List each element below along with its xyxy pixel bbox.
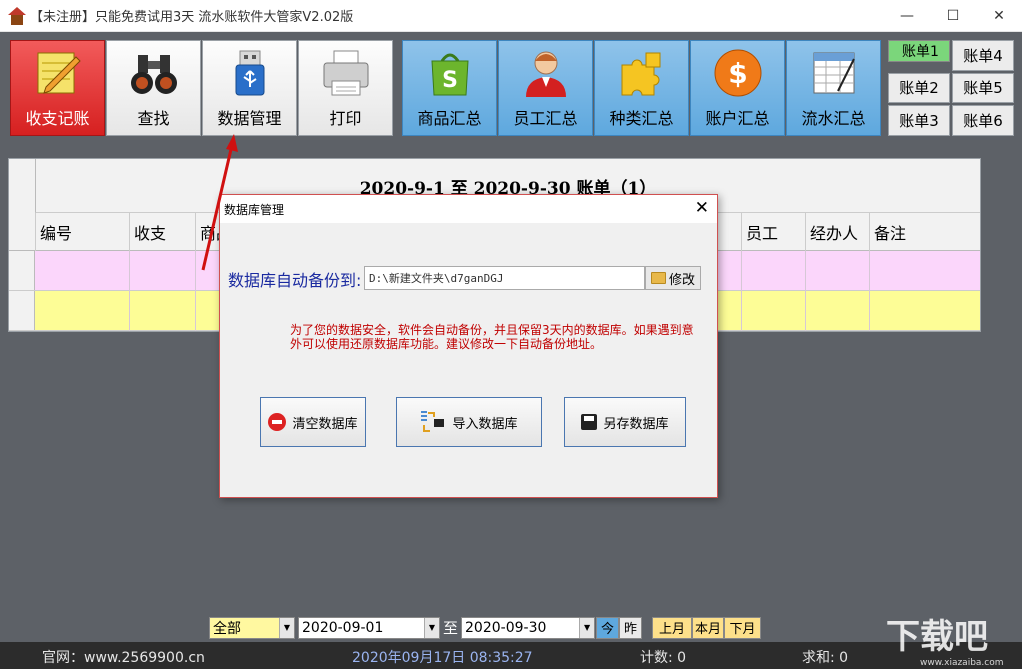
sum-text: 求和: 0 — [802, 650, 849, 666]
dollar-coin-icon: $ — [714, 49, 761, 97]
svg-text:$: $ — [728, 57, 747, 90]
count-text: 计数: 0 — [640, 650, 687, 666]
column-header-type[interactable]: 收支 — [129, 213, 195, 251]
usb-drive-icon — [235, 50, 264, 96]
column-header-id[interactable]: 编号 — [35, 213, 129, 251]
backup-path-label: 数据库自动备份到: — [228, 271, 362, 290]
account-button-3[interactable]: 账单3 — [888, 105, 950, 136]
toolbar-label: 账户汇总 — [705, 109, 770, 128]
dialog-title: 数据库管理 — [224, 202, 285, 217]
column-header-staff[interactable]: 员工 — [741, 213, 805, 251]
clear-database-label: 清空数据库 — [292, 416, 358, 432]
svg-text:S: S — [442, 68, 458, 93]
backup-path-field[interactable]: D:\新建文件夹\d7ganDGJ — [364, 266, 645, 290]
row-header[interactable] — [9, 251, 35, 290]
next-month-button[interactable]: 下月 — [724, 616, 762, 639]
modify-label: 修改 — [668, 272, 695, 288]
this-month-button[interactable]: 本月 — [692, 616, 725, 639]
scope-select[interactable]: 全部 ▼ — [209, 616, 295, 639]
toolbar-label: 流水汇总 — [801, 109, 866, 128]
notepad-pencil-icon — [37, 52, 81, 94]
save-as-database-button[interactable]: 另存数据库 — [564, 397, 686, 447]
watermark-url: www.xiazaiba.com — [920, 658, 1004, 668]
chevron-down-icon[interactable]: ▼ — [579, 617, 595, 638]
scope-value: 全部 — [213, 620, 241, 637]
database-management-dialog: 数据库管理 ✕ 数据库自动备份到: D:\新建文件夹\d7ganDGJ 修改 为… — [219, 194, 718, 498]
shopping-bag-icon: S — [430, 53, 469, 96]
toolbar-button-data-management[interactable]: 数据管理 — [202, 40, 297, 136]
backup-note: 为了您的数据安全，软件会自动备份，并且保留3天内的数据库。如果遇到意外可以使用还… — [290, 323, 694, 351]
toolbar-button-income-expense[interactable]: 收支记账 — [10, 40, 105, 136]
toolbar-label: 商品汇总 — [417, 109, 482, 128]
status-bar: 官网：www.2569900.cn 2020年09月17日 08:35:27 计… — [0, 642, 1022, 669]
toolbar-label: 打印 — [329, 109, 362, 128]
printer-icon — [323, 50, 368, 96]
toolbar-label: 查找 — [137, 109, 170, 128]
start-date-value: 2020-09-01 — [302, 619, 384, 636]
import-icon — [421, 411, 445, 432]
account-button-6[interactable]: 账单6 — [952, 105, 1014, 136]
house-icon — [8, 6, 26, 25]
column-header-remark[interactable]: 备注 — [869, 213, 982, 251]
toolbar-button-ledger-summary[interactable]: 流水汇总 — [786, 40, 881, 136]
title-bar: 【未注册】只能免费试用3天 流水账软件大管家V2.02版 — ☐ ✕ — [0, 0, 1022, 32]
column-divider — [869, 251, 870, 331]
spreadsheet-icon — [813, 52, 855, 94]
last-month-button[interactable]: 上月 — [652, 616, 693, 639]
column-divider — [805, 251, 806, 331]
chevron-down-icon[interactable]: ▼ — [424, 617, 439, 638]
datetime-text: 2020年09月17日 08:35:27 — [352, 650, 533, 666]
account-button-4[interactable]: 账单4 — [952, 40, 1014, 71]
import-database-label: 导入数据库 — [452, 416, 518, 432]
maximize-button[interactable]: ☐ — [930, 0, 976, 32]
yesterday-button[interactable]: 昨 — [619, 616, 643, 639]
folder-icon — [650, 272, 666, 284]
start-date-picker[interactable]: 2020-09-01 ▼ — [298, 616, 440, 639]
stop-icon — [268, 413, 287, 431]
row-header[interactable] — [9, 291, 35, 330]
puzzle-icon — [621, 52, 660, 96]
toolbar-button-staff-summary[interactable]: 员工汇总 — [498, 40, 593, 136]
column-divider — [129, 251, 130, 331]
person-icon — [525, 51, 566, 97]
today-button[interactable]: 今 — [596, 616, 620, 639]
save-icon — [581, 414, 598, 430]
toolbar-button-print[interactable]: 打印 — [298, 40, 393, 136]
dialog-title-bar: 数据库管理 ✕ — [220, 195, 717, 223]
column-divider — [195, 251, 196, 331]
date-range-separator: 至 — [443, 619, 459, 637]
toolbar-button-category-summary[interactable]: 种类汇总 — [594, 40, 689, 136]
main-toolbar: 收支记账 查找 数据管理 打印 S 商品汇总 员工汇总 种类汇总 $ 账户汇总 … — [0, 32, 1022, 144]
minimize-button[interactable]: — — [884, 0, 930, 32]
toolbar-label: 种类汇总 — [609, 109, 674, 128]
end-date-picker[interactable]: 2020-09-30 ▼ — [461, 616, 596, 639]
import-database-button[interactable]: 导入数据库 — [396, 397, 542, 447]
website-text: 官网：www.2569900.cn — [42, 650, 205, 666]
account-button-1[interactable]: 账单1 — [888, 40, 950, 62]
dialog-close-button[interactable]: ✕ — [695, 198, 709, 218]
toolbar-button-goods-summary[interactable]: S 商品汇总 — [402, 40, 497, 136]
close-button[interactable]: ✕ — [976, 0, 1022, 32]
account-selector: 账单1 账单4 账单2 账单5 账单3 账单6 — [888, 40, 1014, 136]
save-as-database-label: 另存数据库 — [603, 416, 669, 432]
toolbar-label: 收支记账 — [25, 109, 90, 128]
toolbar-button-search[interactable]: 查找 — [106, 40, 201, 136]
account-button-5[interactable]: 账单5 — [952, 72, 1014, 104]
modify-path-button[interactable]: 修改 — [645, 266, 701, 290]
window-title: 【未注册】只能免费试用3天 流水账软件大管家V2.02版 — [30, 10, 354, 25]
account-button-2[interactable]: 账单2 — [888, 72, 950, 104]
binoculars-icon — [130, 55, 177, 94]
chevron-down-icon[interactable]: ▼ — [279, 617, 294, 638]
column-header-handler[interactable]: 经办人 — [805, 213, 869, 251]
toolbar-label: 数据管理 — [217, 109, 282, 128]
column-divider — [741, 251, 742, 331]
watermark-logo: 下载吧 — [886, 617, 988, 657]
clear-database-button[interactable]: 清空数据库 — [260, 397, 366, 447]
end-date-value: 2020-09-30 — [465, 619, 547, 636]
toolbar-label: 员工汇总 — [513, 109, 578, 128]
date-filter-bar: 全部 ▼ 2020-09-01 ▼ 至 2020-09-30 ▼ 今 昨 上月 … — [209, 616, 762, 639]
toolbar-button-account-summary[interactable]: $ 账户汇总 — [690, 40, 785, 136]
